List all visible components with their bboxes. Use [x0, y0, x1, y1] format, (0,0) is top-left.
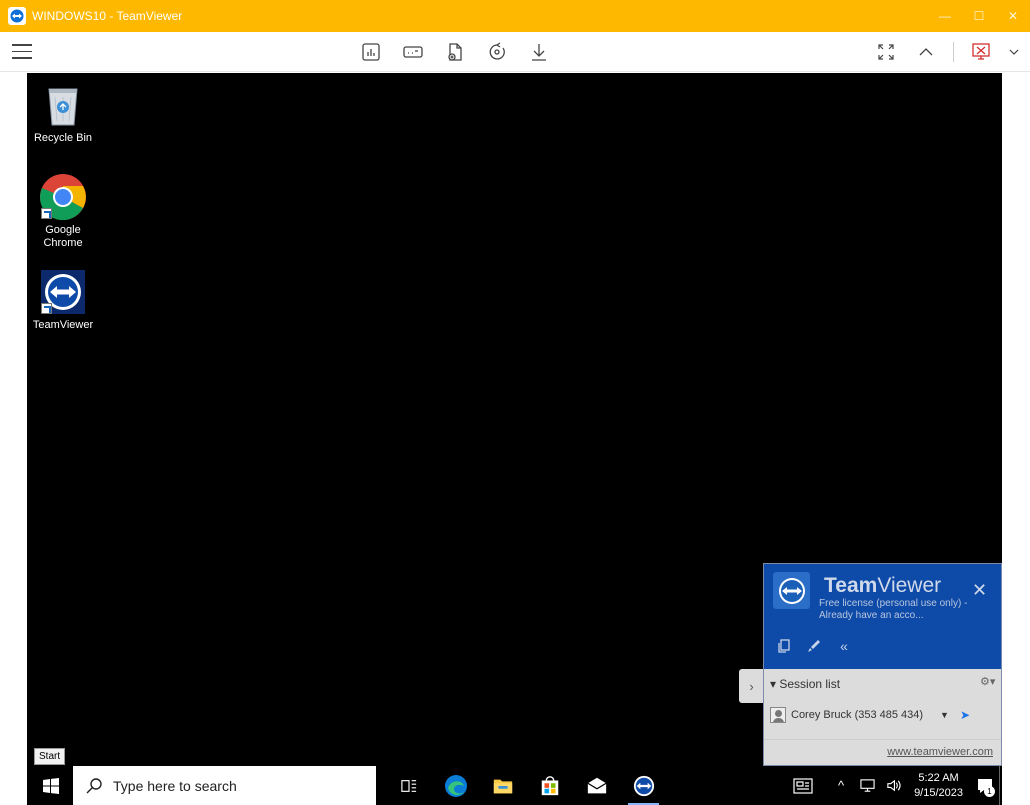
desktop-icon-label: TeamViewer: [32, 319, 94, 331]
edge-button[interactable]: [432, 766, 479, 805]
show-desktop-button[interactable]: [999, 766, 1002, 805]
menu-icon[interactable]: [12, 44, 32, 60]
panel-header: TeamViewer Free license (personal use on…: [764, 564, 1001, 669]
copy-icon[interactable]: [776, 638, 792, 654]
keyboard-icon[interactable]: [400, 40, 426, 64]
panel-close-icon[interactable]: ✕: [972, 580, 987, 601]
start-tooltip: Start: [34, 748, 66, 765]
teamviewer-taskbar-button[interactable]: [620, 766, 667, 805]
gear-icon[interactable]: ⚙▾: [980, 675, 995, 688]
desktop-icon-label: Recycle Bin: [33, 132, 93, 144]
volume-icon[interactable]: [882, 778, 904, 793]
search-box[interactable]: Type here to search: [73, 766, 376, 805]
panel-expand-tab[interactable]: ›: [739, 669, 764, 703]
session-row[interactable]: Corey Bruck (353 485 434): [770, 707, 923, 723]
file-explorer-button[interactable]: [479, 766, 526, 805]
fullscreen-icon[interactable]: [873, 40, 899, 64]
edge-icon: [444, 774, 467, 797]
clock-time: 5:22 AM: [918, 771, 959, 784]
title-bar: WINDOWS10 - TeamViewer — ☐ ✕: [0, 0, 1030, 32]
collapse-icon[interactable]: «: [836, 638, 852, 654]
avatar: [770, 707, 786, 723]
chevron-up-icon[interactable]: ^: [830, 778, 852, 793]
toolbar-separator: [953, 42, 954, 62]
license-text: Free license (personal use only) - Alrea…: [819, 598, 968, 621]
start-button[interactable]: [33, 766, 69, 805]
window-title: WINDOWS10 - TeamViewer: [32, 9, 183, 23]
teamviewer-logo-icon: [773, 572, 810, 609]
search-icon: [86, 777, 102, 793]
remote-toolbar: [0, 32, 1030, 72]
chevron-up-icon[interactable]: [913, 40, 939, 64]
task-view-button[interactable]: [385, 766, 432, 805]
desktop-icon-label: Google Chrome: [43, 224, 83, 249]
remote-cursor-icon[interactable]: ➤: [960, 708, 970, 722]
store-button[interactable]: [526, 766, 573, 805]
teamviewer-icon: [633, 775, 654, 796]
session-name: Corey Bruck (353 485 434): [791, 709, 924, 721]
system-tray: ^ 5:22 AM 9/15/2023 1: [790, 766, 1002, 805]
teamviewer-link[interactable]: www.teamviewer.com: [887, 746, 993, 758]
download-icon[interactable]: [526, 40, 552, 64]
task-view-icon: [400, 779, 416, 792]
mail-icon: [587, 777, 606, 793]
chevron-down-icon[interactable]: [1008, 40, 1020, 64]
remote-taskbar: Type here to search ^ 5:22 AM 9/15/2023 …: [27, 766, 1002, 805]
clock-date: 9/15/2023: [914, 786, 963, 799]
shortcut-arrow-icon: [41, 208, 52, 219]
network-icon[interactable]: [856, 778, 878, 793]
dashboard-icon[interactable]: [358, 40, 384, 64]
file-transfer-icon[interactable]: [442, 40, 468, 64]
desktop-icon-google-chrome[interactable]: Google Chrome: [27, 173, 99, 250]
desktop-icon-teamviewer[interactable]: TeamViewer: [27, 268, 99, 332]
teamviewer-icon: [39, 268, 87, 316]
shortcut-arrow-icon: [41, 303, 52, 314]
draw-icon[interactable]: [806, 638, 822, 654]
desktop-icon-recycle-bin[interactable]: Recycle Bin: [27, 81, 99, 145]
session-actions-icon[interactable]: [484, 40, 510, 64]
store-icon: [541, 775, 558, 795]
panel-brand: TeamViewer: [824, 574, 942, 597]
maximize-button[interactable]: ☐: [962, 0, 996, 32]
chrome-icon: [39, 173, 87, 221]
notifications-button[interactable]: 1: [971, 766, 999, 805]
news-icon[interactable]: [792, 777, 814, 794]
mail-button[interactable]: [573, 766, 620, 805]
windows-icon: [43, 777, 59, 794]
panel-footer: www.teamviewer.com: [764, 739, 1001, 765]
search-placeholder: Type here to search: [113, 777, 237, 794]
teamviewer-panel: TeamViewer Free license (personal use on…: [763, 563, 1002, 766]
recycle-bin-icon: [39, 81, 87, 129]
close-button[interactable]: ✕: [996, 0, 1030, 32]
end-session-icon[interactable]: [968, 40, 994, 64]
notification-badge: 1: [984, 786, 995, 797]
folder-icon: [493, 779, 512, 793]
minimize-button[interactable]: —: [928, 0, 962, 32]
teamviewer-app-icon: [8, 7, 26, 25]
session-dropdown-icon[interactable]: ▼: [940, 710, 949, 720]
clock[interactable]: 5:22 AM 9/15/2023: [914, 771, 963, 801]
session-list: ▾ Session list ⚙▾ Corey Bruck (353 485 4…: [764, 669, 1001, 739]
session-list-header[interactable]: ▾ Session list: [770, 677, 840, 691]
